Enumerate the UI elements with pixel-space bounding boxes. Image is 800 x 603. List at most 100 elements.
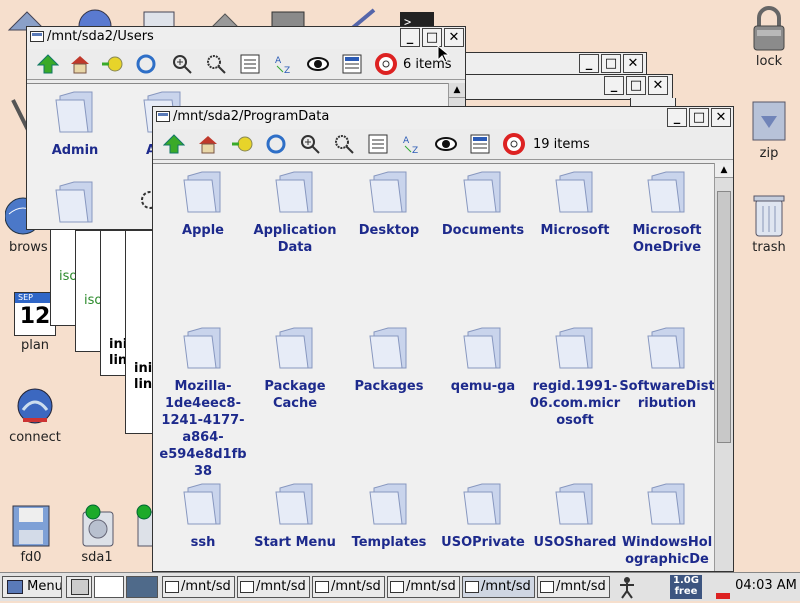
folder-item[interactable] [27, 178, 123, 224]
bg-window-1-maximize-button[interactable]: □ [601, 54, 621, 73]
sort-az-icon[interactable]: AZ [401, 133, 423, 156]
folder-item[interactable]: Admin [27, 88, 123, 159]
programdata-window: /mnt/sda2/ProgramData _ □ ✕ AZ 19 items … [152, 106, 734, 572]
taskbar-window-button[interactable]: /mnt/sd [387, 576, 460, 598]
folder-item[interactable]: Packages [341, 324, 437, 395]
show-hidden-eye-icon[interactable] [307, 53, 329, 75]
desktop-sda1[interactable]: sda1 [62, 504, 132, 565]
clock[interactable]: 04:03 AM [734, 576, 798, 598]
folder-item[interactable]: Documents [435, 168, 531, 239]
drive-icon-partial[interactable] [134, 504, 155, 548]
programdata-close-button[interactable]: ✕ [711, 108, 731, 127]
bg-window-2-maximize-button[interactable]: □ [626, 76, 646, 95]
folder-icon [646, 324, 688, 370]
memory-value: 1.0G [673, 575, 699, 586]
up-arrow-icon[interactable] [36, 53, 60, 75]
folder-item[interactable]: Templates [341, 480, 437, 551]
bookmark-icon[interactable] [101, 53, 123, 75]
bg-window-2-minimize-button[interactable]: _ [604, 76, 624, 95]
taskbar-window-button[interactable]: /mnt/sd [237, 576, 310, 598]
refresh-icon[interactable] [265, 133, 287, 155]
folder-item[interactable]: Desktop [341, 168, 437, 239]
folder-item[interactable]: USOPrivate [435, 480, 531, 551]
trash-icon [749, 192, 789, 238]
menu-button[interactable]: Menu [2, 576, 62, 598]
programdata-window-titlebar[interactable]: /mnt/sda2/ProgramData _ □ ✕ [153, 107, 733, 130]
folder-label: USOShared [533, 535, 617, 550]
folder-icon [462, 168, 504, 214]
taskbar-window-button[interactable]: /mnt/sd [312, 576, 385, 598]
show-hidden-eye-icon[interactable] [435, 133, 457, 155]
show-desktop-button[interactable] [66, 576, 92, 598]
users-toolbar: AZ 6 items [27, 49, 465, 80]
programdata-minimize-button[interactable]: _ [667, 108, 687, 127]
zoom-in-icon[interactable] [299, 133, 321, 155]
home-icon[interactable] [197, 133, 219, 155]
bookmark-icon[interactable] [231, 133, 253, 155]
folder-item[interactable]: SoftwareDistribution [619, 324, 715, 412]
help-lifebuoy-icon[interactable] [503, 133, 525, 155]
zoom-in-icon[interactable] [171, 53, 193, 75]
bg-window-1-close-button[interactable]: ✕ [623, 54, 643, 73]
zoom-fit-icon[interactable] [205, 53, 227, 75]
list-view-icon[interactable] [239, 53, 261, 75]
folder-item[interactable]: ssh [155, 480, 251, 551]
folder-item[interactable]: qemu-ga [435, 324, 531, 395]
taskbar-window-button[interactable]: /mnt/sd [162, 576, 235, 598]
folder-item[interactable]: Apple [155, 168, 251, 239]
bg-window-d-line1: ini [134, 361, 153, 376]
taskbar-window-button[interactable]: /mnt/sd [537, 576, 610, 598]
details-view-icon[interactable] [469, 133, 491, 155]
programdata-maximize-button[interactable]: □ [689, 108, 709, 127]
desktop-zip[interactable]: zip [734, 98, 800, 161]
refresh-icon[interactable] [135, 53, 157, 75]
taskbar-window-button[interactable]: /mnt/sd [462, 576, 535, 598]
folder-icon [368, 480, 410, 526]
folder-item[interactable]: Package Cache [247, 324, 343, 412]
folder-label: Desktop [358, 223, 420, 238]
folder-item[interactable]: Mozilla-1de4eec8-1241-4177-a864-e594e8d1… [155, 324, 251, 480]
desktop-lock[interactable]: lock [734, 6, 800, 69]
bg-window-strip-1: _ □ ✕ [465, 52, 647, 76]
list-view-icon[interactable] [367, 133, 389, 155]
folder-icon [554, 168, 596, 214]
folder-icon [182, 168, 224, 214]
folder-label: Documents [441, 223, 525, 238]
workspace-2-button[interactable] [126, 576, 158, 598]
menu-icon [7, 579, 23, 594]
desktop-fd0[interactable]: fd0 [0, 504, 62, 565]
folder-item[interactable]: Microsoft OneDrive [619, 168, 715, 256]
connect-icon [15, 384, 55, 428]
home-icon[interactable] [69, 53, 91, 75]
folder-item[interactable]: Application Data [247, 168, 343, 256]
folder-item[interactable]: USOShared [527, 480, 623, 551]
sort-az-icon[interactable]: AZ [273, 53, 295, 76]
scroll-up-arrow[interactable]: ▲ [715, 163, 733, 178]
programdata-content: Apple Application Data Desktop Documents Mic… [153, 163, 715, 571]
folder-icon [54, 88, 96, 134]
scroll-thumb[interactable] [717, 191, 731, 443]
users-minimize-button[interactable]: _ [400, 28, 420, 47]
bg-window-1-minimize-button[interactable]: _ [579, 54, 599, 73]
zip-icon [749, 98, 789, 144]
bg-window-2-close-button[interactable]: ✕ [648, 76, 668, 95]
folder-item[interactable]: regid.1991-06.com.microsoft [527, 324, 623, 429]
memory-label: free [674, 586, 698, 597]
up-arrow-icon[interactable] [162, 133, 186, 155]
desktop-trash[interactable]: trash [734, 192, 800, 255]
folder-item[interactable]: Microsoft [527, 168, 623, 239]
svg-text:Z: Z [412, 146, 418, 155]
users-window-titlebar[interactable]: /mnt/sda2/Users _ □ ✕ [27, 27, 465, 50]
details-view-icon[interactable] [341, 53, 363, 75]
svg-text:A: A [275, 56, 282, 66]
calendar-day: 12 [19, 304, 51, 329]
desktop-connect[interactable]: connect [0, 384, 70, 445]
zoom-fit-icon[interactable] [333, 133, 355, 155]
folder-item[interactable]: WindowsHolographicDe [619, 480, 715, 568]
programdata-scrollbar[interactable]: ▲ [714, 163, 733, 571]
scroll-up-arrow[interactable]: ▲ [449, 83, 465, 98]
desktop-switch-icon [71, 579, 89, 595]
folder-item[interactable]: Start Menu [247, 480, 343, 551]
help-lifebuoy-icon[interactable] [375, 53, 397, 75]
workspace-1-button[interactable] [94, 576, 124, 598]
